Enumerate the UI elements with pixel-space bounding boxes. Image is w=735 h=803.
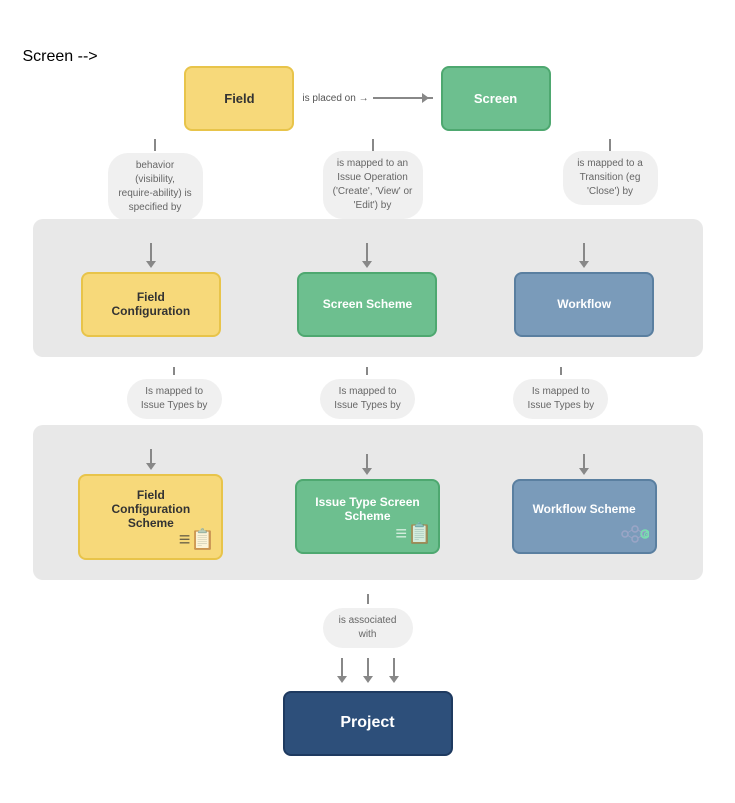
three-arrows xyxy=(337,654,399,687)
wf-mapped-col: Is mapped to Issue Types by xyxy=(513,363,608,419)
arrow-down-line xyxy=(154,139,156,151)
fc-mapped-label: Is mapped to Issue Types by xyxy=(127,379,222,419)
mappings-row: Field Configuration Scheme ≡📋 Issue Type… xyxy=(43,445,693,560)
fc-mapped-col: Is mapped to Issue Types by xyxy=(127,363,222,419)
diagram-container: Screen --> Field is placed on → Screen b… xyxy=(13,28,723,776)
field-box: Field xyxy=(184,66,294,131)
groups-row: Field Configuration Screen Scheme xyxy=(43,239,693,337)
svg-text:⚙: ⚙ xyxy=(643,531,649,540)
ss-mapped-col: Is mapped to Issue Types by xyxy=(320,363,415,419)
behavior-label: behavior (visibility, require-ability) i… xyxy=(108,153,203,221)
ss-mapped-label: Is mapped to Issue Types by xyxy=(320,379,415,419)
screen-scheme-box: Screen Scheme xyxy=(297,272,437,337)
screen-box: Screen xyxy=(441,66,551,131)
screen-scheme-col: Screen Scheme xyxy=(297,239,437,337)
arrow-into-fc xyxy=(146,243,156,268)
arrow-into-fcs xyxy=(146,449,156,470)
list-icon-2: ≡📋 xyxy=(395,521,432,546)
mapping-labels-row: Is mapped to Issue Types by Is mapped to… xyxy=(23,363,713,419)
mappings-band: Field Configuration Scheme ≡📋 Issue Type… xyxy=(33,425,703,580)
arrow-right xyxy=(389,658,399,683)
workflow-box: Workflow xyxy=(514,272,654,337)
workflow-icon: ⚙ xyxy=(621,525,649,546)
arrow-down-line-3 xyxy=(609,139,611,151)
arrow-into-itss xyxy=(362,454,372,475)
arrow-into-wf xyxy=(579,243,589,268)
screen-operation-label: is mapped to an Issue Operation ('Create… xyxy=(323,151,423,219)
arrow-fc-down xyxy=(173,367,175,375)
field-configuration-box: Field Configuration xyxy=(81,272,221,337)
associated-label: is associated with xyxy=(323,608,413,648)
arrow-ss-down xyxy=(366,367,368,375)
issue-type-screen-scheme-box: Issue Type Screen Scheme ≡📋 xyxy=(295,479,440,554)
field-config-scheme-box: Field Configuration Scheme ≡📋 xyxy=(78,474,223,560)
project-box: Project xyxy=(283,691,453,756)
arrow-center xyxy=(363,658,373,683)
field-config-col: Field Configuration xyxy=(81,239,221,337)
workflow-col: Workflow xyxy=(514,239,654,337)
fcs-col: Field Configuration Scheme ≡📋 xyxy=(78,445,223,560)
arrow-into-wfs xyxy=(579,454,589,475)
arrow-line xyxy=(373,97,433,99)
arrow-down-line-2 xyxy=(372,139,374,151)
arrow-left xyxy=(337,658,347,683)
groups-band-wrapper: Groups and Associations Field Configurat… xyxy=(33,219,703,357)
workflow-scheme-box: Workflow Scheme xyxy=(512,479,657,554)
itss-col: Issue Type Screen Scheme ≡📋 xyxy=(295,450,440,554)
mappings-band-wrapper: Mappings with Issue Types Field Configur… xyxy=(33,425,703,580)
list-icon: ≡📋 xyxy=(179,527,216,552)
transition-label: is mapped to a Transition (eg 'Close') b… xyxy=(563,151,658,205)
arrow-wf-down xyxy=(560,367,562,375)
arrow-into-ss xyxy=(362,243,372,268)
field-to-screen-arrow: is placed on → xyxy=(302,93,432,104)
wfs-col: Workflow Scheme xyxy=(512,450,657,554)
groups-band: Field Configuration Screen Scheme xyxy=(33,219,703,357)
associated-section: is associated with Project xyxy=(23,590,713,756)
associated-arrow-up xyxy=(367,594,369,604)
wf-mapped-label: Is mapped to Issue Types by xyxy=(513,379,608,419)
